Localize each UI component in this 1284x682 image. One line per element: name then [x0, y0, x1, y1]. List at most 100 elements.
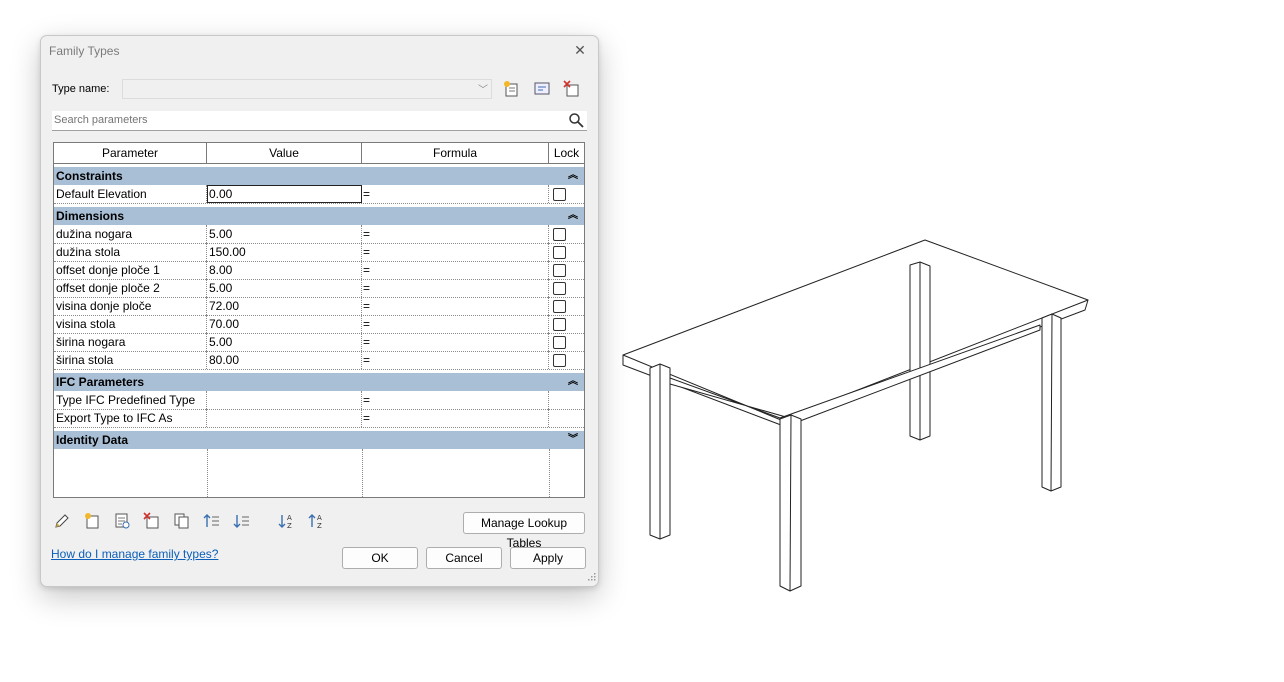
new-parameter-icon[interactable] — [83, 512, 103, 532]
group-label: IFC Parameters — [56, 375, 145, 389]
resize-grip-icon[interactable] — [586, 570, 596, 584]
search-icon[interactable] — [568, 112, 584, 131]
help-link[interactable]: How do I manage family types? — [51, 547, 218, 561]
table-row: širina stola 80.00 = — [54, 351, 584, 370]
lock-cell — [549, 333, 584, 351]
value-cell[interactable] — [207, 391, 362, 409]
formula-cell[interactable]: = — [362, 409, 549, 427]
close-icon[interactable]: ✕ — [570, 40, 590, 60]
svg-text:A: A — [317, 514, 322, 522]
formula-cell[interactable]: = — [362, 315, 549, 333]
column-header-lock[interactable]: Lock — [549, 143, 584, 163]
parameter-name: offset donje ploče 1 — [54, 261, 207, 279]
lock-cell — [549, 409, 584, 427]
lock-cell — [549, 391, 584, 409]
copy-parameter-icon[interactable] — [173, 512, 193, 532]
parameter-properties-icon[interactable] — [113, 512, 133, 532]
value-cell[interactable]: 70.00 — [207, 315, 362, 333]
formula-cell[interactable]: = — [362, 279, 549, 297]
collapse-icon[interactable]: ︽ — [568, 373, 578, 391]
search-input[interactable] — [52, 111, 556, 129]
value-cell[interactable] — [207, 409, 362, 427]
table-row: Default Elevation 0.00 = — [54, 185, 584, 204]
group-dimensions[interactable]: Dimensions ︽ — [54, 207, 584, 225]
value-cell[interactable]: 72.00 — [207, 297, 362, 315]
lock-cell — [549, 279, 584, 297]
family-types-dialog: Family Types ✕ Type name: ﹀ Parameter Va… — [40, 35, 599, 587]
value-cell[interactable]: 8.00 — [207, 261, 362, 279]
formula-cell[interactable]: = — [362, 333, 549, 351]
column-header-parameter[interactable]: Parameter — [54, 143, 207, 163]
move-down-icon[interactable] — [233, 512, 253, 532]
collapse-icon[interactable]: ︽ — [568, 207, 578, 225]
group-label: Identity Data — [56, 433, 129, 447]
new-type-icon[interactable] — [503, 80, 523, 100]
parameter-name: dužina nogara — [54, 225, 207, 243]
lock-checkbox[interactable] — [553, 318, 566, 331]
lock-cell — [549, 185, 584, 203]
value-cell[interactable]: 80.00 — [207, 351, 362, 369]
value-cell[interactable]: 5.00 — [207, 225, 362, 243]
lock-cell — [549, 315, 584, 333]
type-name-dropdown[interactable]: ﹀ — [122, 79, 492, 99]
lock-checkbox[interactable] — [553, 336, 566, 349]
rename-type-icon[interactable] — [533, 80, 553, 100]
group-label: Dimensions — [56, 209, 125, 223]
type-name-label: Type name: — [52, 83, 110, 95]
column-header-formula[interactable]: Formula — [362, 143, 549, 163]
parameter-name: Default Elevation — [54, 185, 207, 203]
empty-table-area — [54, 449, 584, 497]
table-row: offset donje ploče 2 5.00 = — [54, 279, 584, 298]
table-3d-model-view[interactable] — [600, 220, 1100, 603]
delete-type-icon[interactable] — [563, 80, 583, 100]
lock-checkbox[interactable] — [553, 354, 566, 367]
formula-cell[interactable]: = — [362, 243, 549, 261]
formula-cell[interactable]: = — [362, 391, 549, 409]
formula-cell[interactable]: = — [362, 225, 549, 243]
lock-checkbox[interactable] — [553, 300, 566, 313]
chevron-down-icon: ﹀ — [478, 85, 488, 96]
cancel-button[interactable]: Cancel — [426, 547, 502, 569]
delete-parameter-icon[interactable] — [143, 512, 163, 532]
ok-button[interactable]: OK — [342, 547, 418, 569]
lock-cell — [549, 261, 584, 279]
value-cell[interactable]: 5.00 — [207, 333, 362, 351]
value-cell[interactable]: 5.00 — [207, 279, 362, 297]
lock-cell — [549, 225, 584, 243]
sort-ascending-icon[interactable]: AZ — [278, 512, 298, 532]
lock-checkbox[interactable] — [553, 264, 566, 277]
svg-text:Z: Z — [287, 522, 292, 530]
lock-checkbox[interactable] — [553, 228, 566, 241]
expand-icon[interactable]: ︾ — [568, 431, 578, 449]
parameter-name: širina stola — [54, 351, 207, 369]
formula-cell[interactable]: = — [362, 185, 549, 203]
lock-checkbox[interactable] — [553, 282, 566, 295]
lock-checkbox[interactable] — [553, 188, 566, 201]
table-row: visina donje ploče 72.00 = — [54, 297, 584, 316]
formula-cell[interactable]: = — [362, 351, 549, 369]
value-input[interactable]: 0.00 — [207, 185, 362, 203]
collapse-icon[interactable]: ︽ — [568, 167, 578, 185]
lock-cell — [549, 243, 584, 261]
value-cell[interactable]: 150.00 — [207, 243, 362, 261]
formula-cell[interactable]: = — [362, 261, 549, 279]
formula-cell[interactable]: = — [362, 297, 549, 315]
table-row: dužina stola 150.00 = — [54, 243, 584, 262]
edit-parameter-icon[interactable] — [53, 512, 73, 532]
column-header-value[interactable]: Value — [207, 143, 362, 163]
group-identity-data[interactable]: Identity Data ︾ — [54, 431, 584, 449]
lock-cell — [549, 297, 584, 315]
parameter-name: dužina stola — [54, 243, 207, 261]
sort-descending-icon[interactable]: AZ — [308, 512, 328, 532]
search-parameters-field[interactable] — [52, 111, 587, 131]
group-constraints[interactable]: Constraints ︽ — [54, 167, 584, 185]
manage-lookup-tables-button[interactable]: Manage Lookup Tables — [463, 512, 585, 550]
parameters-table: Parameter Value Formula Lock Constraints… — [53, 142, 585, 498]
table-row: Type IFC Predefined Type = — [54, 391, 584, 410]
move-up-icon[interactable] — [203, 512, 223, 532]
group-ifc-parameters[interactable]: IFC Parameters ︽ — [54, 373, 584, 391]
parameter-name: visina stola — [54, 315, 207, 333]
table-wireframe — [622, 239, 1089, 592]
lock-checkbox[interactable] — [553, 246, 566, 259]
apply-button[interactable]: Apply — [510, 547, 586, 569]
